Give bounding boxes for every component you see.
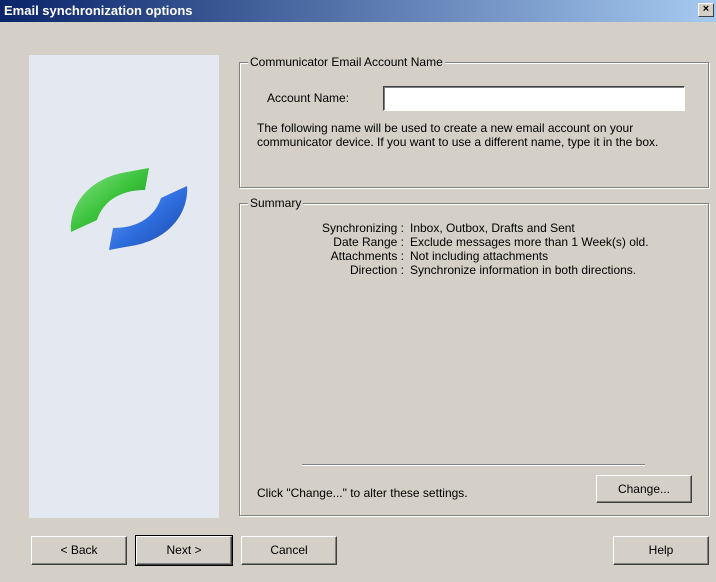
summary-row: Synchronizing : Inbox, Outbox, Drafts an… — [240, 221, 710, 235]
change-button[interactable]: Change... — [596, 475, 692, 503]
account-group-legend: Communicator Email Account Name — [248, 55, 445, 69]
summary-row: Attachments : Not including attachments — [240, 249, 710, 263]
help-button[interactable]: Help — [613, 536, 709, 565]
summary-row: Date Range : Exclude messages more than … — [240, 235, 710, 249]
title-bar: Email synchronization options × — [0, 0, 716, 22]
account-name-group: Communicator Email Account Name Account … — [239, 55, 709, 188]
summary-value: Exclude messages more than 1 Week(s) old… — [410, 235, 649, 249]
summary-value: Synchronize information in both directio… — [410, 263, 637, 277]
summary-value: Not including attachments — [410, 249, 549, 263]
back-button[interactable]: < Back — [31, 536, 127, 565]
cancel-button[interactable]: Cancel — [241, 536, 337, 565]
summary-key: Synchronizing : — [321, 221, 404, 235]
summary-group: Summary Synchronizing : Inbox, Outbox, D… — [239, 196, 710, 516]
account-name-label: Account Name: — [267, 91, 350, 105]
sync-arrows-icon — [70, 168, 188, 250]
change-hint: Click "Change..." to alter these setting… — [257, 486, 468, 500]
next-button[interactable]: Next > — [135, 535, 233, 566]
account-name-input[interactable] — [383, 86, 685, 111]
summary-separator — [302, 464, 645, 466]
close-icon[interactable]: × — [698, 3, 714, 17]
window-title: Email synchronization options — [4, 3, 193, 18]
account-description: The following name will be used to creat… — [257, 121, 659, 149]
summary-key: Direction : — [349, 263, 404, 277]
summary-value: Inbox, Outbox, Drafts and Sent — [410, 221, 575, 235]
summary-key: Attachments : — [330, 249, 404, 263]
wizard-art-panel — [29, 55, 219, 518]
summary-row: Direction : Synchronize information in b… — [240, 263, 710, 277]
email-sync-options-dialog: Email synchronization options × Communic… — [0, 0, 716, 582]
summary-group-legend: Summary — [248, 196, 304, 210]
summary-key: Date Range : — [333, 235, 404, 249]
